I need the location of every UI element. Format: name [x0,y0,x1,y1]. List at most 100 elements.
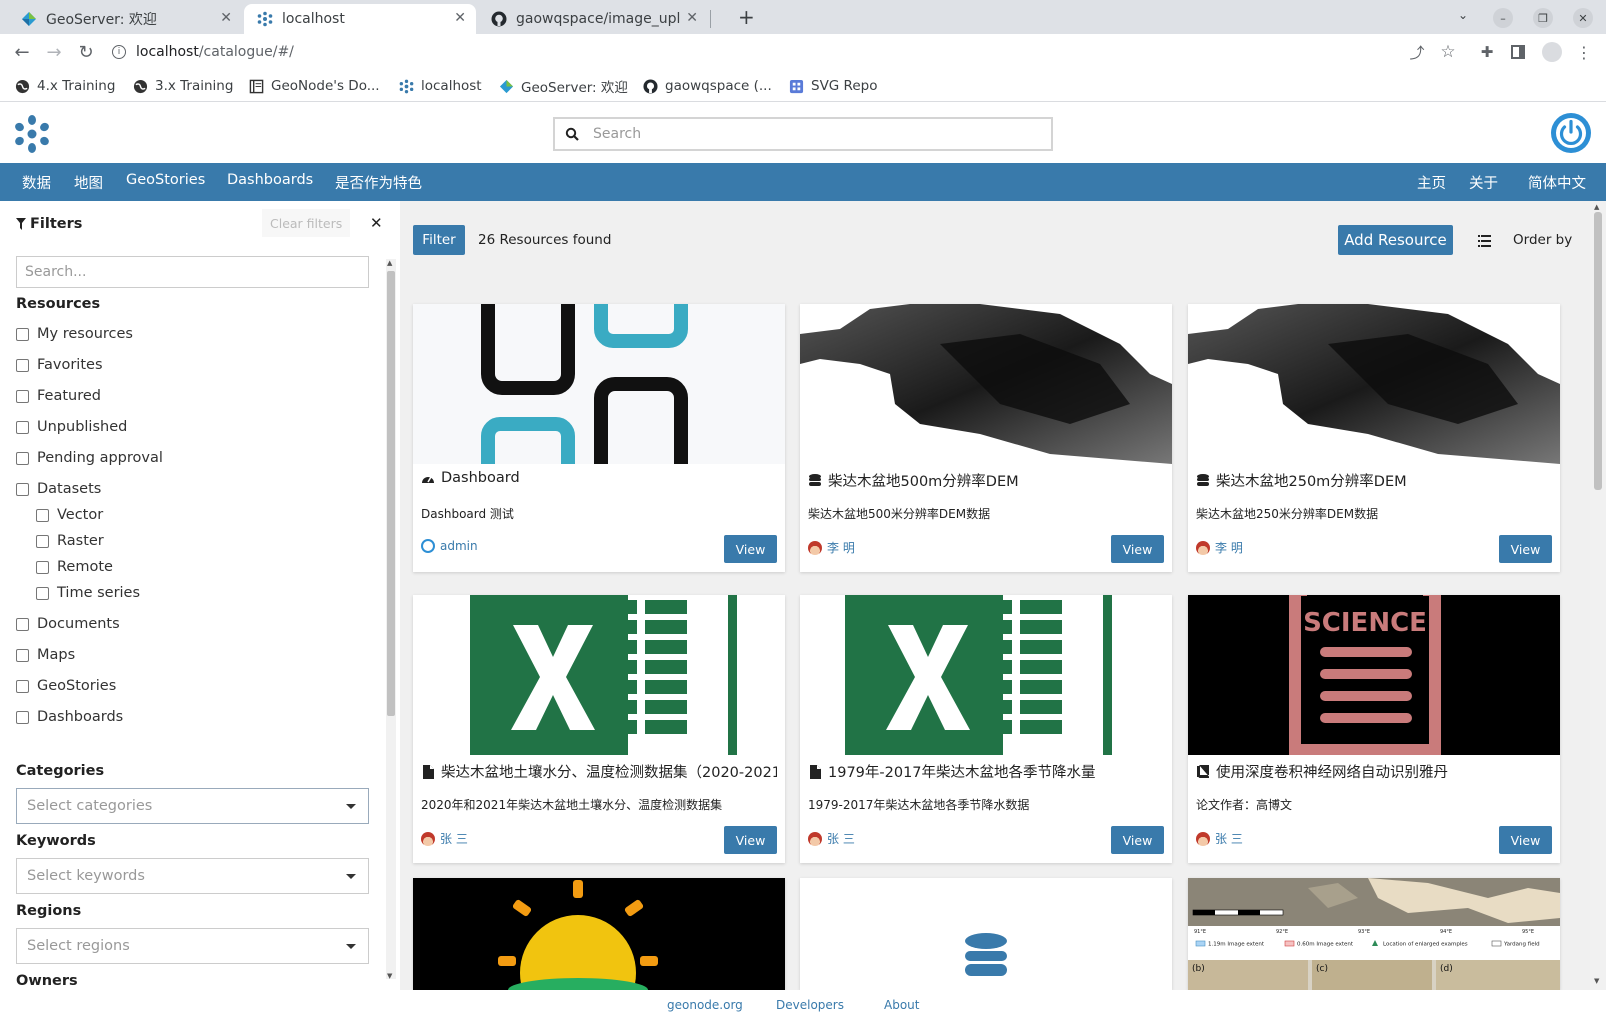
checkbox-remote[interactable]: Remote [36,559,113,575]
content-scrollbar-thumb[interactable] [1594,212,1602,490]
add-resource-button[interactable]: Add Resource [1338,225,1453,255]
card-owner[interactable]: admin [421,539,478,553]
resource-card[interactable]: 柴达木盆地500m分辨率DEM 柴达木盆地500米分辨率DEM数据 李 明 Vi… [800,304,1172,572]
resource-card[interactable]: 柴达木盆地250m分辨率DEM 柴达木盆地250米分辨率DEM数据 李 明 Vi… [1188,304,1560,572]
checkbox-featured[interactable]: Featured [16,388,101,404]
close-icon[interactable]: ✕ [370,214,383,232]
resource-card[interactable]: SCIENCE 使用深度卷积神经网络自动识别雅丹 论文作者：高博文 张 三 Vi… [1188,595,1560,863]
share-icon[interactable]: ⤴ [1405,40,1429,64]
checkbox-maps[interactable]: Maps [16,647,75,663]
nav-item-featured[interactable]: 是否作为特色 [335,172,422,193]
geonode-logo[interactable] [12,114,52,154]
bookmark-3x-training[interactable]: 3.x Training [132,76,233,96]
close-window-button[interactable]: ✕ [1573,8,1593,28]
scroll-down-icon[interactable]: ▼ [387,972,392,980]
browser-tab-localhost[interactable]: localhost ✕ [244,4,476,34]
nav-item-home[interactable]: 主页 [1417,172,1446,193]
extensions-icon[interactable]: ✚ [1475,40,1499,64]
bookmark-geoserver[interactable]: GeoServer: 欢迎 [498,76,628,96]
view-button[interactable]: View [724,535,777,563]
info-icon[interactable]: i [112,45,126,59]
profile-avatar[interactable] [1540,40,1564,64]
view-button[interactable]: View [1111,826,1164,854]
minimize-button[interactable]: – [1493,8,1513,28]
resource-card[interactable] [413,878,785,990]
categories-select[interactable]: Select categories [16,788,369,824]
resource-card[interactable] [800,878,1172,990]
regions-select[interactable]: Select regions [16,928,369,964]
side-panel-icon[interactable] [1506,40,1530,64]
card-title[interactable]: 使用深度卷积神经网络自动识别雅丹 [1196,761,1552,782]
card-title[interactable]: 柴达木盆地土壤水分、温度检测数据集（2020-2021... [421,761,777,782]
back-arrow-icon[interactable]: ← [10,40,34,64]
card-owner[interactable]: 张 三 [421,830,468,847]
nav-item-language[interactable]: 简体中文 [1528,172,1586,193]
checkbox-raster[interactable]: Raster [36,533,104,549]
filter-button[interactable]: Filter [413,225,465,255]
footer-link-geonode[interactable]: geonode.org [667,998,743,1012]
resource-card[interactable]: Dashboard Dashboard 测试 admin View [413,304,785,572]
footer-link-about[interactable]: About [884,998,919,1012]
checkbox-geostories[interactable]: GeoStories [16,678,116,694]
global-search-input[interactable]: Search [553,117,1053,151]
close-icon[interactable]: ✕ [454,10,466,26]
card-owner[interactable]: 张 三 [808,830,855,847]
view-button[interactable]: View [1111,535,1164,563]
close-icon[interactable]: ✕ [686,10,698,26]
user-power-icon[interactable] [1550,112,1592,154]
order-by-dropdown[interactable]: Order by [1513,232,1572,248]
view-button[interactable]: View [1499,535,1552,563]
checkbox-datasets[interactable]: Datasets [16,481,101,497]
nav-item-about[interactable]: 关于 [1469,172,1498,193]
checkbox-unpublished[interactable]: Unpublished [16,419,127,435]
resource-card[interactable]: 柴达木盆地土壤水分、温度检测数据集（2020-2021... 2020年和202… [413,595,785,863]
forward-arrow-icon[interactable]: → [42,40,66,64]
reload-icon[interactable]: ↻ [74,40,98,64]
filter-search-input[interactable]: Search... [16,256,369,288]
checkbox-favorites[interactable]: Favorites [16,357,103,373]
card-title[interactable]: 1979年-2017年柴达木盆地各季节降水量 [808,761,1164,782]
card-owner[interactable]: 李 明 [808,539,855,556]
keywords-select[interactable]: Select keywords [16,858,369,894]
bookmark-localhost[interactable]: localhost [398,76,482,96]
bookmark-4x-training[interactable]: 4.x Training [14,76,115,96]
card-title[interactable]: 柴达木盆地500m分辨率DEM [808,470,1164,491]
close-icon[interactable]: ✕ [220,10,232,26]
browser-tab-github[interactable]: gaowqspace/image_uplo ✕ [478,4,708,34]
nav-item-maps[interactable]: 地图 [74,172,103,193]
view-button[interactable]: View [1499,826,1552,854]
nav-item-data[interactable]: 数据 [22,172,51,193]
new-tab-button[interactable]: + [738,5,755,29]
browser-tab-geoserver[interactable]: GeoServer: 欢迎 ✕ [8,4,242,34]
scroll-up-icon[interactable]: ▲ [1594,203,1599,211]
list-view-icon[interactable] [1478,232,1492,247]
checkbox-dashboards[interactable]: Dashboards [16,709,123,725]
scroll-up-icon[interactable]: ▲ [387,259,392,267]
card-owner[interactable]: 李 明 [1196,539,1243,556]
resource-card[interactable]: 91°E 92°E 93°E 94°E 95°E 1.19m Image ext… [1188,878,1560,990]
star-icon[interactable]: ☆ [1436,40,1460,64]
card-title[interactable]: Dashboard [421,470,777,486]
resource-card[interactable]: 1979年-2017年柴达木盆地各季节降水量 1979-2017年柴达木盆地各季… [800,595,1172,863]
footer-link-developers[interactable]: Developers [776,998,844,1012]
checkbox-vector[interactable]: Vector [36,507,103,523]
checkbox-time-series[interactable]: Time series [36,585,140,601]
tab-search-chevron-icon[interactable]: ⌄ [1458,8,1468,22]
sidebar-scrollbar-thumb[interactable] [387,271,395,716]
card-title[interactable]: 柴达木盆地250m分辨率DEM [1196,470,1552,491]
nav-item-geostories[interactable]: GeoStories [126,172,205,188]
checkbox-documents[interactable]: Documents [16,616,120,632]
bookmark-github[interactable]: gaowqspace (... [642,76,772,96]
url-field[interactable]: i localhost/catalogue/#/ [112,37,1362,67]
restore-button[interactable]: ❐ [1533,8,1553,28]
clear-filters-button[interactable]: Clear filters [262,209,351,237]
checkbox-my-resources[interactable]: My resources [16,326,133,342]
card-owner[interactable]: 张 三 [1196,830,1243,847]
bookmark-svg-repo[interactable]: SVG Repo [788,76,877,96]
menu-kebab-icon[interactable]: ⋮ [1572,40,1596,64]
checkbox-pending-approval[interactable]: Pending approval [16,450,163,466]
nav-item-dashboards[interactable]: Dashboards [227,172,313,188]
view-button[interactable]: View [724,826,777,854]
bookmark-geonode-docs[interactable]: GeoNode's Do... [248,76,380,96]
scroll-down-icon[interactable]: ▼ [1594,977,1599,985]
